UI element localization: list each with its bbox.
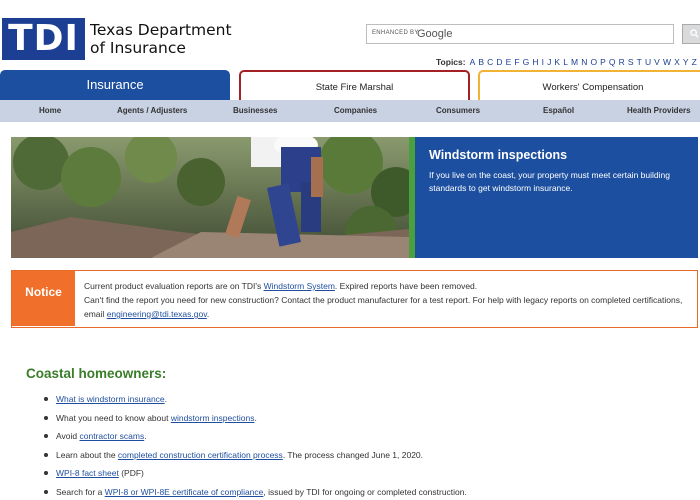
main-tabs: Insurance State Fire Marshal Workers' Co…: [0, 70, 700, 101]
topic-letter-x[interactable]: X: [674, 57, 680, 67]
hero-title[interactable]: Windstorm inspections: [429, 148, 567, 162]
list-item: Search for a WPI-8 or WPI-8E certificate…: [44, 486, 604, 500]
topic-letter-f[interactable]: F: [514, 57, 519, 67]
list-item-end: . The process changed June 1, 2020.: [282, 449, 424, 460]
search-brand: Google: [417, 28, 453, 40]
topic-letter-y[interactable]: Y: [683, 57, 689, 67]
topic-letter-k[interactable]: K: [554, 57, 560, 67]
notice-body: Current product evaluation reports are o…: [84, 279, 688, 321]
bullet-icon: [44, 434, 48, 438]
topic-letter-m[interactable]: M: [571, 57, 578, 67]
logo-line-1: Texas Department: [90, 21, 232, 39]
homeowner-links-list: What is windstorm insurance. What you ne…: [44, 393, 604, 500]
nav-home[interactable]: Home: [39, 100, 61, 122]
list-item: Avoid contractor scams.: [44, 430, 604, 449]
topic-letter-t[interactable]: T: [637, 57, 642, 67]
topics-index: Topics:ABCDEFGHIJKLMNOPQRSTUVWXYZAll: [436, 57, 700, 69]
tab-workers-compensation[interactable]: Workers' Compensation: [478, 70, 700, 101]
notice-line-2: Can't find the report you need for new c…: [84, 293, 688, 321]
topic-letter-z[interactable]: Z: [692, 57, 697, 67]
list-item-text: Learn about the: [56, 449, 118, 460]
topic-letter-j[interactable]: J: [547, 57, 551, 67]
list-item-end: (PDF): [118, 468, 144, 478]
topic-letter-v[interactable]: V: [654, 57, 660, 67]
search-icon: [689, 29, 699, 38]
notice-line-2-end: .: [206, 309, 210, 319]
nav-agents-adjusters[interactable]: Agents / Adjusters: [117, 100, 187, 122]
list-item-end: .: [164, 394, 168, 404]
list-item: Learn about the completed construction c…: [44, 449, 604, 468]
topic-letter-q[interactable]: Q: [609, 57, 616, 67]
logo-abbreviation: TDI: [2, 18, 85, 60]
section-title: Coastal homeowners:: [26, 366, 167, 381]
list-item: What you need to know about windstorm in…: [44, 412, 604, 431]
link-contractor-scams[interactable]: contractor scams: [79, 431, 144, 441]
bullet-icon: [44, 397, 48, 401]
topic-letter-r[interactable]: R: [619, 57, 625, 67]
topic-letter-d[interactable]: D: [496, 57, 502, 67]
topic-letter-w[interactable]: W: [663, 57, 671, 67]
topic-letter-c[interactable]: C: [487, 57, 493, 67]
hero-image: [11, 137, 409, 258]
tdi-logo[interactable]: TDI Texas Department of Insurance: [2, 18, 232, 60]
link-wpi8-fact-sheet[interactable]: WPI-8 fact sheet: [56, 468, 119, 478]
topic-letter-l[interactable]: L: [563, 57, 568, 67]
search-enhanced-label: ENHANCED BY: [372, 30, 419, 36]
list-item: What is windstorm insurance.: [44, 393, 604, 412]
nav-consumers[interactable]: Consumers: [436, 100, 480, 122]
logo-line-2: of Insurance: [90, 39, 186, 57]
bullet-icon: [44, 489, 48, 494]
list-item-text: Avoid: [56, 431, 80, 441]
topic-letter-h[interactable]: H: [532, 57, 538, 67]
windstorm-system-link[interactable]: Windstorm System: [264, 281, 335, 291]
link-windstorm-inspections[interactable]: windstorm inspections: [171, 413, 255, 423]
topic-letter-n[interactable]: N: [581, 57, 587, 67]
notice-line-1-end: . Expired reports have been removed.: [334, 281, 478, 291]
hero-description: If you live on the coast, your property …: [429, 170, 670, 193]
search-button[interactable]: [682, 24, 700, 44]
topics-label: Topics:: [436, 57, 466, 67]
topics-letters: ABCDEFGHIJKLMNOPQRSTUVWXYZAll: [470, 57, 700, 67]
notice-box: Notice Current product evaluation report…: [11, 270, 698, 328]
topic-letter-i[interactable]: I: [542, 57, 544, 67]
tab-state-fire-marshal[interactable]: State Fire Marshal: [239, 70, 470, 101]
logo-name: Texas Department of Insurance: [90, 21, 232, 57]
search-input[interactable]: ENHANCED BY Google: [366, 24, 674, 44]
bullet-icon: [44, 471, 48, 475]
notice-label: Notice: [12, 271, 75, 326]
nav-health-providers[interactable]: Health Providers: [627, 100, 691, 122]
topic-letter-e[interactable]: E: [506, 57, 512, 67]
topic-letter-b[interactable]: B: [478, 57, 484, 67]
tab-insurance[interactable]: Insurance: [0, 70, 230, 101]
topic-letter-s[interactable]: S: [628, 57, 634, 67]
topic-letter-o[interactable]: O: [590, 57, 597, 67]
topic-letter-g[interactable]: G: [523, 57, 530, 67]
bullet-icon: [44, 452, 48, 457]
list-item-end: .: [144, 431, 147, 441]
nav-businesses[interactable]: Businesses: [233, 100, 277, 122]
link-wpi8-certificate[interactable]: WPI-8 or WPI-8E certificate of complianc…: [105, 487, 264, 497]
notice-line-1-text: Current product evaluation reports are o…: [84, 281, 264, 291]
hero-panel: Windstorm inspections If you live on the…: [415, 137, 698, 258]
link-windstorm-insurance[interactable]: What is windstorm insurance: [56, 394, 165, 404]
list-item: WPI-8 fact sheet (PDF): [44, 467, 604, 486]
list-item-end: , issued by TDI for ongoing or completed…: [263, 486, 467, 497]
link-certification-process[interactable]: completed construction certification pro…: [118, 450, 283, 460]
notice-line-1: Current product evaluation reports are o…: [84, 279, 688, 293]
bullet-icon: [44, 415, 48, 420]
site-header: TDI Texas Department of Insurance ENHANC…: [0, 0, 700, 70]
nav-espanol[interactable]: Español: [543, 100, 574, 122]
list-item-text: What you need to know about: [56, 412, 171, 423]
list-item-text: Search for a: [56, 486, 105, 497]
list-item-end: .: [254, 412, 257, 423]
roofer-photo: [11, 137, 409, 258]
topic-letter-a[interactable]: A: [470, 57, 476, 67]
engineering-email-link[interactable]: engineering@tdi.texas.gov: [107, 309, 207, 319]
nav-companies[interactable]: Companies: [334, 100, 377, 122]
sub-navigation: Home Agents / Adjusters Businesses Compa…: [0, 100, 700, 122]
topic-letter-u[interactable]: U: [645, 57, 651, 67]
topic-letter-p[interactable]: P: [600, 57, 606, 67]
